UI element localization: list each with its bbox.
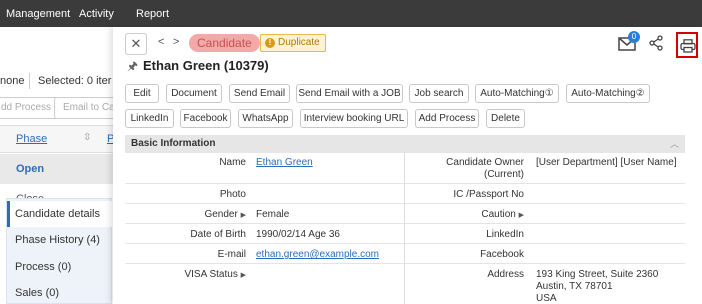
basic-information-header[interactable]: Basic Information ︿ — [125, 135, 685, 153]
table-header: Phase ⇳ P — [0, 125, 120, 153]
add-process-button[interactable]: Add Process — [415, 109, 479, 128]
expand-icon: ▶ — [240, 212, 246, 219]
expand-icon: ▶ — [518, 212, 524, 219]
auto-matching-1-button[interactable]: Auto-Matching① — [475, 84, 559, 103]
address-line3: USA — [536, 293, 557, 304]
share-icon[interactable] — [649, 35, 663, 51]
dob-label: Date of Birth — [190, 229, 246, 240]
nav-management[interactable]: Management — [6, 8, 70, 20]
select-none-label[interactable]: none — [0, 75, 24, 87]
tab-candidate-details[interactable]: Candidate details — [7, 201, 113, 227]
table-row: E-mail ethan.green@example.com Facebook — [125, 245, 685, 264]
visa-status-label-text: VISA Status — [184, 269, 238, 280]
duplicate-label: Duplicate — [278, 37, 320, 48]
divider — [29, 73, 30, 89]
document-button[interactable]: Document — [166, 84, 222, 103]
page-title: Ethan Green (10379) — [143, 58, 269, 73]
edit-button[interactable]: Edit — [125, 84, 159, 103]
open-phase-label: Open — [16, 163, 45, 175]
next-record-icon[interactable]: > — [173, 36, 179, 48]
address-label: Address — [487, 269, 524, 280]
send-email-with-job-button[interactable]: Send Email with a JOB — [296, 84, 403, 103]
owner-label-line2: (Current) — [483, 169, 524, 180]
auto-matching-2-button[interactable]: Auto-Matching② — [566, 84, 650, 103]
ic-passport-label: IC /Passport No — [453, 189, 524, 200]
table-row: Name Ethan Green Candidate Owner (Curren… — [125, 153, 685, 184]
pin-icon[interactable]: 🖈 — [127, 57, 138, 78]
table-row: Date of Birth 1990/02/14 Age 36 LinkedIn — [125, 225, 685, 244]
tab-process[interactable]: Process (0) — [7, 254, 113, 280]
warning-icon: ! — [265, 38, 275, 48]
table-row[interactable]: Open — [0, 154, 120, 184]
email-link[interactable]: ethan.green@example.com — [256, 249, 379, 260]
add-process-button-bg[interactable]: dd Process — [0, 97, 61, 119]
gender-label[interactable]: Gender ▶ — [125, 209, 246, 220]
owner-label-line1: Candidate Owner — [446, 157, 524, 168]
send-email-button[interactable]: Send Email — [229, 84, 290, 103]
tab-sales[interactable]: Sales (0) — [7, 280, 113, 304]
sort-icon[interactable]: ⇳ — [83, 132, 91, 143]
linkedin-button[interactable]: LinkedIn — [125, 109, 174, 128]
name-link[interactable]: Ethan Green — [256, 157, 313, 168]
email-label: E-mail — [217, 249, 246, 260]
duplicate-badge[interactable]: ! Duplicate — [260, 34, 326, 52]
delete-button[interactable]: Delete — [486, 109, 525, 128]
facebook-button[interactable]: Facebook — [180, 109, 231, 128]
dob-value: 1990/02/14 Age 36 — [256, 229, 340, 240]
address-line1: 193 King Street, Suite 2360 — [536, 269, 659, 280]
job-search-button[interactable]: Job search — [409, 84, 469, 103]
print-button[interactable] — [676, 32, 698, 58]
detail-tabs: Candidate details Phase History (4) Proc… — [6, 198, 113, 304]
gender-label-text: Gender — [204, 209, 238, 220]
linkedin-label: LinkedIn — [486, 229, 524, 240]
name-label: Name — [219, 157, 246, 168]
nav-activity[interactable]: Activity — [79, 8, 114, 20]
prev-record-icon[interactable]: < — [158, 36, 164, 48]
caution-label-text: Caution — [481, 209, 516, 220]
mail-count-badge: 0 — [628, 31, 640, 43]
table-row: VISA Status ▶ Address 193 King Street, S… — [125, 265, 685, 304]
owner-value: [User Department] [User Name] — [536, 157, 677, 168]
selected-count: Selected: 0 iter — [38, 75, 112, 87]
expand-icon: ▶ — [240, 272, 246, 279]
top-nav: Management Activity Report — [0, 0, 702, 27]
nav-report[interactable]: Report — [136, 8, 169, 20]
gender-value: Female — [256, 209, 290, 220]
interview-booking-url-button[interactable]: Interview booking URL — [300, 109, 408, 128]
close-icon[interactable]: ✕ — [125, 33, 147, 55]
candidate-detail-panel: ✕ < > Candidate ! Duplicate 🖈 Ethan Green… — [113, 27, 702, 304]
facebook-label: Facebook — [480, 249, 524, 260]
section-title: Basic Information — [131, 138, 216, 149]
whatsapp-button[interactable]: WhatsApp — [238, 109, 293, 128]
caution-label[interactable]: Caution ▶ — [405, 209, 524, 220]
photo-label: Photo — [219, 189, 246, 200]
candidate-badge: Candidate — [189, 34, 260, 52]
tab-phase-history[interactable]: Phase History (4) — [7, 227, 113, 253]
print-icon — [680, 39, 696, 53]
visa-status-label[interactable]: VISA Status ▶ — [125, 269, 246, 280]
collapse-icon[interactable]: ︿ — [670, 135, 679, 153]
address-line2: Austin, TX 78701 — [536, 281, 613, 292]
table-row: Gender ▶ Female Caution ▶ — [125, 205, 685, 224]
phase-column-header[interactable]: Phase — [16, 133, 47, 145]
table-row: Photo IC /Passport No — [125, 185, 685, 204]
basic-information-table: Name Ethan Green Candidate Owner (Curren… — [125, 153, 685, 304]
